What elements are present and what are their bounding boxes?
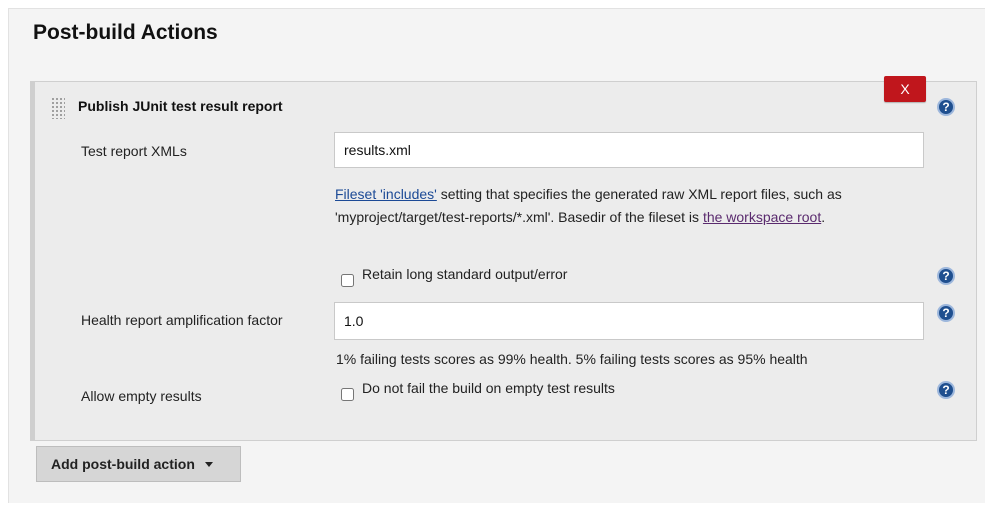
allow-empty-label: Allow empty results [81, 388, 202, 404]
drag-handle-icon[interactable] [51, 97, 65, 119]
allow-empty-checkbox-label: Do not fail the build on empty test resu… [362, 380, 615, 396]
test-report-description: Fileset 'includes' setting that specifie… [335, 183, 915, 229]
health-factor-hint: 1% failing tests scores as 99% health. 5… [336, 351, 808, 367]
description-end: . [821, 209, 826, 225]
chevron-down-icon [204, 461, 213, 467]
help-icon[interactable]: ? [937, 267, 955, 285]
help-icon[interactable]: ? [937, 304, 955, 322]
health-factor-label: Health report amplification factor [81, 312, 283, 328]
health-factor-input[interactable] [334, 302, 924, 340]
add-button-label: Add post-build action [51, 456, 195, 472]
section-title: Post-build Actions [33, 21, 218, 44]
fileset-includes-link[interactable]: Fileset 'includes' [335, 186, 437, 202]
retain-output-label: Retain long standard output/error [362, 266, 568, 282]
test-report-input[interactable] [334, 132, 924, 168]
allow-empty-checkbox[interactable] [341, 388, 354, 401]
help-icon[interactable]: ? [937, 98, 955, 116]
test-report-label: Test report XMLs [81, 143, 187, 159]
workspace-root-link[interactable]: the workspace root [703, 209, 821, 225]
help-icon[interactable]: ? [937, 381, 955, 399]
panel-title: Publish JUnit test result report [78, 98, 283, 114]
add-post-build-action-button[interactable]: Add post-build action [36, 446, 241, 482]
retain-output-checkbox[interactable] [341, 274, 354, 287]
delete-button[interactable]: X [884, 76, 926, 102]
